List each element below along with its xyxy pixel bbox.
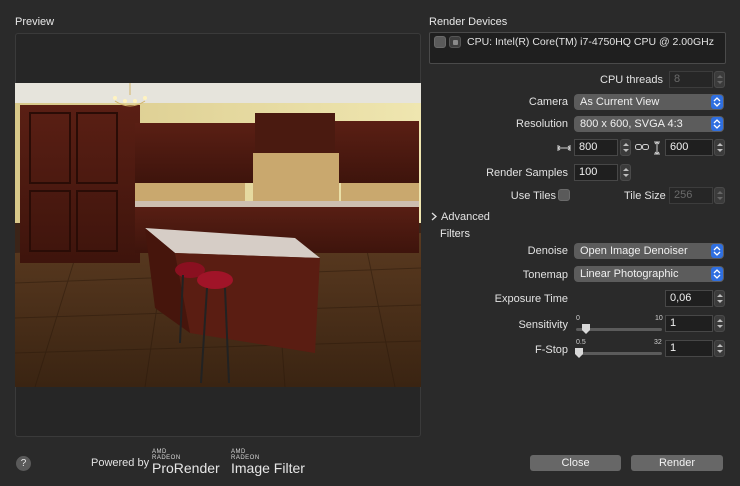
sensitivity-slider[interactable] <box>576 324 662 336</box>
resolution-popup-value: 800 x 600, SVGA 4:3 <box>580 118 683 130</box>
render-preview-image <box>15 83 421 387</box>
render-button[interactable]: Render <box>631 455 723 471</box>
denoise-popup-value: Open Image Denoiser <box>580 245 688 257</box>
render-samples-stepper[interactable] <box>620 164 631 181</box>
fstop-max-label: 32 <box>654 339 662 346</box>
resolution-popup[interactable]: 800 x 600, SVGA 4:3 <box>574 116 724 132</box>
filters-title: Filters <box>440 228 470 240</box>
fstop-field[interactable]: 1 <box>665 340 713 357</box>
tonemap-label: Tonemap <box>522 269 568 281</box>
help-button[interactable]: ? <box>16 456 31 471</box>
device-enabled-checkbox[interactable] <box>434 36 446 48</box>
width-field[interactable]: 800 <box>574 139 618 156</box>
cpu-threads-field: 8 <box>669 71 713 88</box>
width-icon <box>557 143 571 156</box>
use-tiles-checkbox[interactable] <box>558 189 570 201</box>
render-devices-list[interactable]: CPU: Intel(R) Core(TM) i7-4750HQ CPU @ 2… <box>429 32 726 64</box>
cpu-threads-stepper <box>714 71 725 88</box>
denoise-popup[interactable]: Open Image Denoiser <box>574 243 724 259</box>
fstop-slider[interactable] <box>575 348 662 360</box>
sensitivity-stepper[interactable] <box>714 315 725 332</box>
height-field[interactable]: 600 <box>665 139 713 156</box>
camera-label: Camera <box>528 96 568 108</box>
camera-popup[interactable]: As Current View <box>574 94 724 110</box>
powered-by-label: Powered by <box>91 457 150 469</box>
sensitivity-max-label: 10 <box>655 315 663 322</box>
render-samples-field[interactable]: 100 <box>574 164 618 181</box>
slider-knob[interactable] <box>582 324 590 334</box>
sensitivity-min-label: 0 <box>576 315 580 322</box>
preview-title: Preview <box>15 16 55 28</box>
sensitivity-label: Sensitivity <box>518 319 568 331</box>
tonemap-popup[interactable]: Linear Photographic <box>574 266 724 282</box>
chevron-right-icon <box>431 212 437 224</box>
tile-size-stepper <box>714 187 725 204</box>
slider-track <box>576 352 662 355</box>
amd-radeon-prorender-logo: AMD RADEON ProRender <box>152 449 220 475</box>
sensitivity-field[interactable]: 1 <box>665 315 713 332</box>
exposure-time-label: Exposure Time <box>494 293 568 305</box>
slider-knob[interactable] <box>575 348 583 358</box>
use-tiles-label: Use Tiles <box>510 190 556 202</box>
popup-arrows-icon <box>711 244 723 258</box>
render-devices-title: Render Devices <box>429 16 508 28</box>
popup-arrows-icon <box>711 267 723 281</box>
resolution-label: Resolution <box>516 118 568 130</box>
kitchen-render-illustration <box>15 83 421 387</box>
denoise-label: Denoise <box>527 245 568 257</box>
device-label: CPU: Intel(R) Core(TM) i7-4750HQ CPU @ 2… <box>467 36 714 48</box>
camera-popup-value: As Current View <box>580 96 660 108</box>
height-icon <box>652 141 662 158</box>
render-samples-label: Render Samples <box>486 167 568 179</box>
popup-arrows-icon <box>711 117 723 131</box>
tile-size-field: 256 <box>669 187 713 204</box>
cpu-threads-label: CPU threads <box>600 74 663 86</box>
fstop-min-label: 0.5 <box>576 339 586 346</box>
exposure-time-field[interactable]: 0,06 <box>665 290 713 307</box>
link-aspect-icon[interactable] <box>635 143 649 155</box>
popup-arrows-icon <box>711 95 723 109</box>
advanced-label: Advanced <box>441 211 490 223</box>
amd-radeon-image-filter-logo: AMD RADEON Image Filter <box>231 449 305 475</box>
tonemap-popup-value: Linear Photographic <box>580 268 679 280</box>
device-icon <box>449 36 461 48</box>
width-stepper[interactable] <box>620 139 631 156</box>
logo-prorender-text: ProRender <box>152 460 220 476</box>
close-button[interactable]: Close <box>530 455 621 471</box>
logo-image-filter-text: Image Filter <box>231 460 305 476</box>
exposure-time-stepper[interactable] <box>714 290 725 307</box>
fstop-label: F-Stop <box>534 344 568 356</box>
fstop-stepper[interactable] <box>714 340 725 357</box>
tile-size-label: Tile Size <box>624 190 666 202</box>
height-stepper[interactable] <box>714 139 725 156</box>
